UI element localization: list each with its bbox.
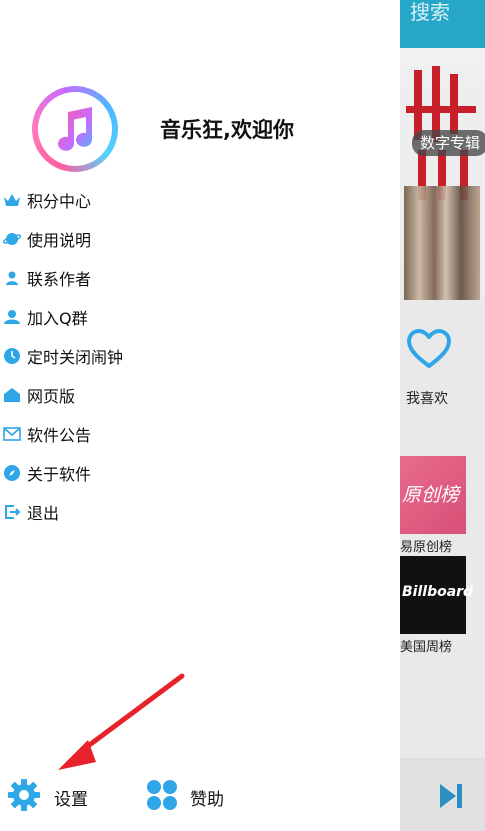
menu-item-announcement[interactable]: 软件公告 <box>0 416 240 452</box>
apps-grid-icon <box>146 779 178 815</box>
menu-item-label: 定时关闭闹钟 <box>27 348 124 367</box>
chart-tile-art-text: Billboard <box>402 584 474 600</box>
menu-item-join-group[interactable]: 加入Q群 <box>0 299 240 335</box>
music-note-icon <box>52 104 100 158</box>
group-icon <box>2 307 22 327</box>
bg-header: 搜索 <box>400 0 485 48</box>
home-icon <box>2 385 22 405</box>
planet-icon <box>2 229 22 249</box>
chart-tile-billboard[interactable]: Billboard <box>400 556 473 634</box>
heart-icon[interactable] <box>406 328 452 374</box>
menu-item-label: 关于软件 <box>27 465 92 484</box>
menu-item-web-version[interactable]: 网页版 <box>0 377 240 413</box>
menu-item-points[interactable]: 积分中心 <box>0 182 240 218</box>
crown-icon <box>2 190 22 210</box>
menu-item-label: 加入Q群 <box>27 309 88 328</box>
gear-icon <box>6 777 42 817</box>
favorite-label: 我喜欢 <box>406 391 448 407</box>
menu-item-label: 使用说明 <box>27 231 92 250</box>
album-tag: 数字专辑 <box>412 130 485 156</box>
mail-icon <box>2 424 22 444</box>
menu-item-label: 积分中心 <box>27 192 92 211</box>
avatar[interactable] <box>32 86 118 172</box>
settings-label: 设置 <box>54 789 88 810</box>
menu-item-about[interactable]: 关于软件 <box>0 455 240 491</box>
compass-icon <box>2 463 22 483</box>
album-art <box>400 66 485 300</box>
person-icon <box>2 268 22 288</box>
chart-tile-original[interactable]: 原创榜 <box>400 456 466 534</box>
exit-icon <box>2 502 22 522</box>
navigation-drawer: 音乐狂,欢迎你 积分中心 使用说明 联系作者 加入Q群 定时关闭闹钟 网页版 软… <box>0 0 400 831</box>
skip-next-icon[interactable] <box>438 782 464 814</box>
chart-tile-label: 易原创榜 <box>400 540 453 555</box>
donate-label: 赞助 <box>190 789 224 810</box>
menu-item-instructions[interactable]: 使用说明 <box>0 221 240 257</box>
welcome-text: 音乐狂,欢迎你 <box>160 118 294 142</box>
bg-album-banner[interactable]: 数字专辑 <box>400 48 485 300</box>
chart-tile-art-text: 原创榜 <box>402 484 460 506</box>
menu-item-contact[interactable]: 联系作者 <box>0 260 240 296</box>
settings-button[interactable]: 设置 <box>6 778 106 816</box>
menu-item-label: 联系作者 <box>27 270 92 289</box>
background-app: 搜索 数字专辑 我喜欢 原创榜 易原创榜 Billboard 美国周榜 <box>400 0 485 831</box>
menu-item-label: 软件公告 <box>27 426 92 445</box>
menu-item-timer[interactable]: 定时关闭闹钟 <box>0 338 240 374</box>
menu-item-label: 网页版 <box>27 387 76 406</box>
bg-player-bar <box>400 758 485 831</box>
clock-icon <box>2 346 22 366</box>
chart-tile-label: 美国周榜 <box>400 640 453 655</box>
donate-button[interactable]: 赞助 <box>146 778 246 816</box>
bg-search-label[interactable]: 搜索 <box>410 0 450 25</box>
menu-item-exit[interactable]: 退出 <box>0 494 240 530</box>
red-arrow-annotation <box>50 672 190 782</box>
menu-item-label: 退出 <box>27 504 60 523</box>
